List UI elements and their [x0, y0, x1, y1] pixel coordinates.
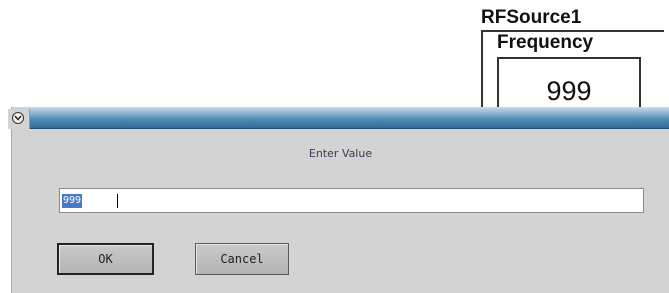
- dialog-titlebar[interactable]: [8, 107, 669, 129]
- text-caret: [117, 194, 118, 208]
- ok-button[interactable]: OK: [57, 243, 154, 275]
- value-input[interactable]: 999: [59, 188, 644, 213]
- cancel-button-label: Cancel: [220, 252, 264, 266]
- screen: RFSource1 Frequency 999 Enter Value 999 …: [0, 0, 669, 293]
- chevron-down-icon: [12, 112, 24, 124]
- frequency-value: 999: [546, 76, 592, 106]
- dialog-prompt: Enter Value: [308, 147, 373, 160]
- cancel-button[interactable]: Cancel: [195, 243, 289, 275]
- value-input-text: 999: [62, 194, 83, 208]
- panel-title: RFSource1: [481, 7, 582, 28]
- ok-button-label: OK: [98, 252, 113, 266]
- frequency-group-label: Frequency: [497, 32, 594, 53]
- system-menu-button[interactable]: [8, 109, 30, 129]
- enter-value-dialog: Enter Value 999 OK Cancel: [8, 107, 669, 293]
